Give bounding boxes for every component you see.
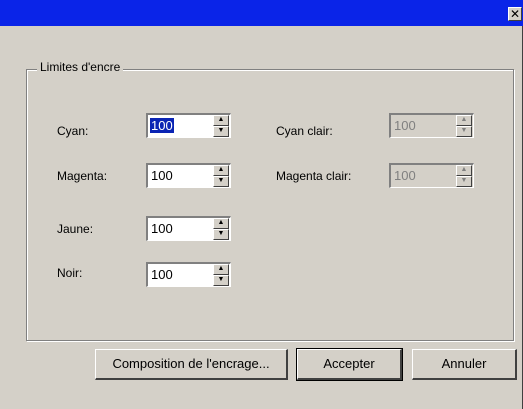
cyan-clair-spin-up-icon: ▲ [456,115,472,126]
magenta-spinbox[interactable]: 100 ▲ ▼ [146,163,231,188]
noir-spinbox[interactable]: 100 ▲ ▼ [146,262,231,287]
close-button[interactable]: ✕ [508,7,522,21]
accept-button[interactable]: Accepter [296,348,403,381]
close-icon: ✕ [509,7,521,21]
jaune-spin-down-icon[interactable]: ▼ [213,229,229,240]
jaune-value[interactable]: 100 [150,221,174,236]
magenta-clair-spin-up-icon: ▲ [456,165,472,176]
magenta-clair-label: Magenta clair: [276,169,352,183]
jaune-spinbox[interactable]: 100 ▲ ▼ [146,216,231,241]
magenta-clair-value: 100 [394,168,416,183]
noir-value[interactable]: 100 [150,267,174,282]
magenta-value[interactable]: 100 [150,168,174,183]
magenta-spin-up-icon[interactable]: ▲ [213,165,229,176]
cyan-clair-spin-down-icon: ▼ [456,126,472,137]
cyan-spin-down-icon[interactable]: ▼ [213,126,229,137]
ink-composition-button[interactable]: Composition de l'encrage... [95,349,288,380]
cyan-spinbox[interactable]: 100 ▲ ▼ [146,113,231,138]
cyan-clair-value: 100 [394,118,416,133]
magenta-spin-down-icon[interactable]: ▼ [213,176,229,187]
ink-limits-group [26,69,514,341]
jaune-spin-up-icon[interactable]: ▲ [213,218,229,229]
cancel-button[interactable]: Annuler [412,349,517,380]
magenta-label: Magenta: [57,169,108,183]
cyan-spin-up-icon[interactable]: ▲ [213,115,229,126]
jaune-label: Jaune: [57,222,94,236]
magenta-clair-spin-down-icon: ▼ [456,176,472,187]
cyan-value[interactable]: 100 [150,118,174,133]
title-bar: ✕ [0,0,523,26]
noir-spin-down-icon[interactable]: ▼ [213,275,229,286]
group-title: Limites d'encre [37,60,124,74]
noir-label: Noir: [57,266,83,280]
cyan-label: Cyan: [57,124,89,138]
noir-spin-up-icon[interactable]: ▲ [213,264,229,275]
dialog-window: ✕ Limites d'encre Cyan: 100 ▲ ▼ Magenta:… [0,0,523,409]
magenta-clair-spinbox: 100 ▲ ▼ [389,163,474,188]
cyan-clair-spinbox: 100 ▲ ▼ [389,113,474,138]
cyan-clair-label: Cyan clair: [276,124,333,138]
